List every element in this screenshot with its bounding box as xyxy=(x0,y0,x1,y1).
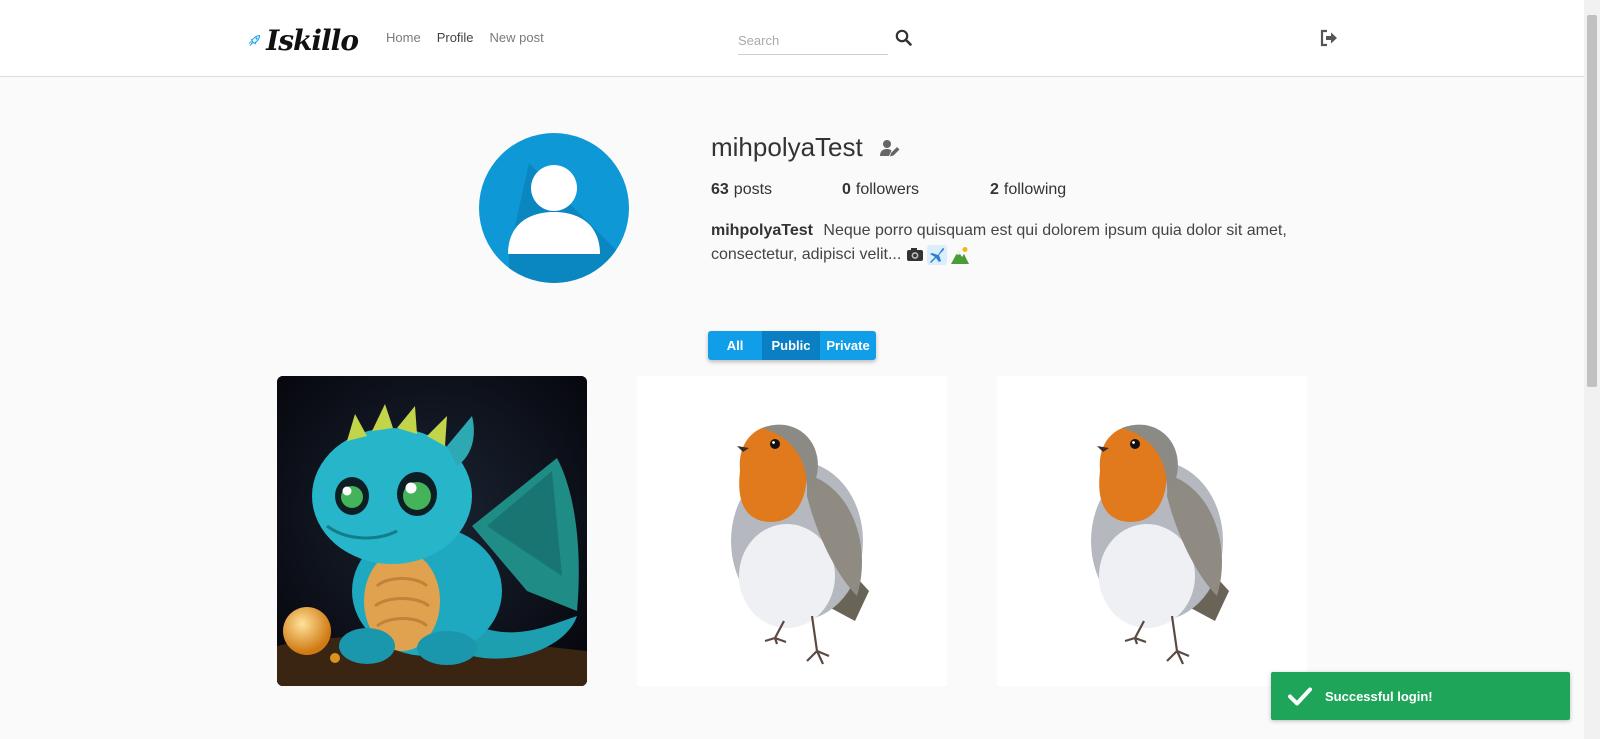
profile-stats: 63 posts 0 followers 2 following xyxy=(711,181,1066,199)
profile-avatar[interactable] xyxy=(479,133,629,283)
scrollbar-thumb[interactable] xyxy=(1587,15,1597,387)
post-thumbnail[interactable] xyxy=(277,376,587,686)
page-scrollbar[interactable] xyxy=(1584,0,1600,739)
followers-label: followers xyxy=(855,181,920,198)
success-toast[interactable]: Successful login! xyxy=(1271,672,1570,720)
nav-profile-link[interactable]: Profile xyxy=(437,30,474,45)
profile-username-row: mihpolyaTest xyxy=(711,132,901,163)
toast-message: Successful login! xyxy=(1325,688,1433,704)
post-thumbnail[interactable] xyxy=(637,376,947,686)
post-filter-group: All Public Private xyxy=(708,331,876,360)
baby-dragon-image xyxy=(277,376,587,686)
camera-emoji xyxy=(906,247,923,261)
posts-stat: 63 posts xyxy=(711,181,842,199)
profile-bio: mihpolyaTest Neque porro quisquam est qu… xyxy=(711,219,1311,267)
search-input[interactable] xyxy=(738,33,878,48)
filter-public-button[interactable]: Public xyxy=(762,331,820,360)
posts-label: posts xyxy=(733,181,773,198)
search-box xyxy=(738,27,888,55)
robin-bird-image xyxy=(1091,424,1229,665)
filter-all-button[interactable]: All xyxy=(708,331,762,360)
logo[interactable]: Iskillo xyxy=(248,20,359,60)
nav-home-link[interactable]: Home xyxy=(386,30,421,45)
search-icon[interactable] xyxy=(894,28,914,48)
posts-count: 63 xyxy=(711,181,729,198)
followers-count: 0 xyxy=(842,181,851,198)
airplane-emoji xyxy=(926,244,947,265)
followers-stat[interactable]: 0 followers xyxy=(842,181,990,199)
profile-username: mihpolyaTest xyxy=(711,132,863,162)
bio-emojis xyxy=(906,244,970,265)
post-thumbnail[interactable] xyxy=(997,376,1307,686)
rocket-icon xyxy=(248,35,260,47)
following-count: 2 xyxy=(990,181,999,198)
mountain-emoji xyxy=(950,246,969,264)
check-icon xyxy=(1288,687,1312,706)
top-navbar: Iskillo Home Profile New post xyxy=(0,0,1584,77)
filter-private-button[interactable]: Private xyxy=(820,331,876,360)
following-label: following xyxy=(1003,181,1067,198)
edit-profile-icon[interactable] xyxy=(879,137,901,159)
bio-username: mihpolyaTest xyxy=(711,222,813,239)
nav-new-post-link[interactable]: New post xyxy=(490,30,544,45)
robin-bird-image xyxy=(731,424,869,665)
following-stat[interactable]: 2 following xyxy=(990,181,1066,199)
main-nav: Home Profile New post xyxy=(386,30,544,45)
logout-icon[interactable] xyxy=(1318,27,1340,49)
logo-text: Iskillo xyxy=(266,23,359,57)
